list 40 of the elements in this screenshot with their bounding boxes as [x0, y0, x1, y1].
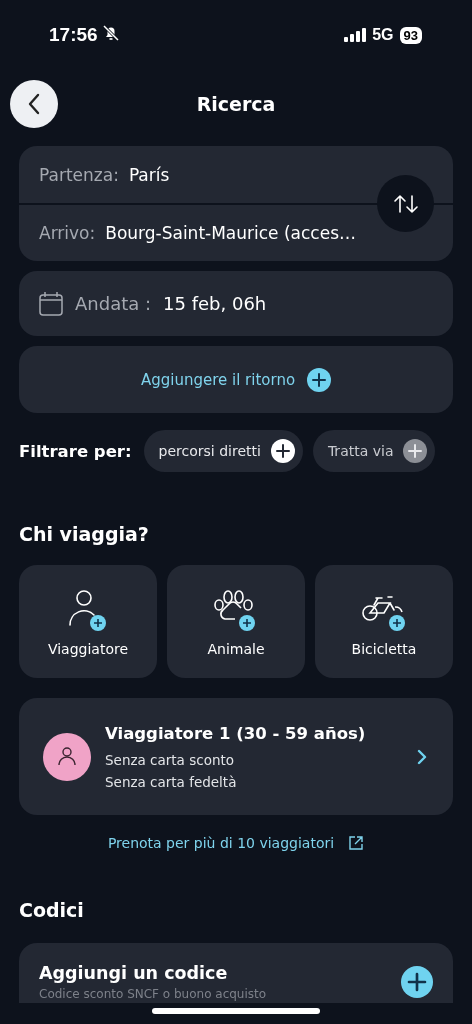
traveller-type-tile[interactable]: Bicicletta [315, 565, 453, 678]
traveller-card-info: Senza carta sconto [105, 751, 235, 768]
departure-label: Partenza: [39, 164, 119, 185]
clock-time: 17:56 [49, 24, 98, 46]
external-link-icon [348, 835, 365, 851]
add-code-card[interactable]: Aggiungi un codice Codice sconto SNCF o buono acquisto [19, 943, 453, 1003]
chevron-right-icon[interactable] [417, 748, 427, 765]
add-code-hint: Codice sconto SNCF o buono acquisto [39, 987, 268, 1001]
traveller-card-info: Senza carta fedeltà [105, 773, 238, 790]
section-title: Chi viaggia? [19, 523, 149, 545]
add-bicycle-icon [361, 593, 407, 633]
plus-icon [403, 439, 428, 463]
add-code-title: Aggiungi un codice [39, 963, 229, 983]
filter-label: Filtrare per: [19, 441, 132, 461]
add-icon [401, 966, 433, 998]
add-return-button[interactable]: Aggiungere il ritorno [19, 346, 453, 413]
traveller-name: Viaggiatore 1 (30 - 59 años) [105, 723, 367, 743]
signal-icon [344, 28, 367, 42]
departure-field[interactable]: Partenza: París [19, 146, 453, 203]
battery-level: 93 [399, 26, 422, 44]
plus-icon [307, 367, 332, 392]
filter-chip[interactable]: percorsi diretti [143, 430, 303, 472]
plus-icon [270, 439, 295, 463]
arrival-label: Arrivo: [39, 222, 96, 243]
outbound-label: Andata : [75, 293, 152, 314]
network-type: 5G [372, 26, 394, 44]
avatar-icon [43, 732, 91, 781]
traveller-type-tile[interactable]: Animale [167, 565, 305, 678]
outbound-date: 15 feb, 06h [163, 293, 267, 314]
page-title: Ricerca [196, 93, 276, 115]
back-icon [27, 93, 41, 115]
add-person-icon [68, 589, 108, 633]
calendar-icon [39, 291, 63, 316]
arrival-value: Bourg-Saint-Maurice (acces… [105, 222, 357, 243]
group-booking-link[interactable]: Prenota per più di 10 viaggiatori [107, 835, 365, 851]
back-button[interactable] [10, 80, 58, 128]
section-title: Codici [19, 899, 84, 921]
traveller-type-tile[interactable]: Viaggiatore [19, 565, 157, 678]
departure-value: París [128, 164, 170, 185]
swap-arrows-icon [392, 193, 419, 214]
